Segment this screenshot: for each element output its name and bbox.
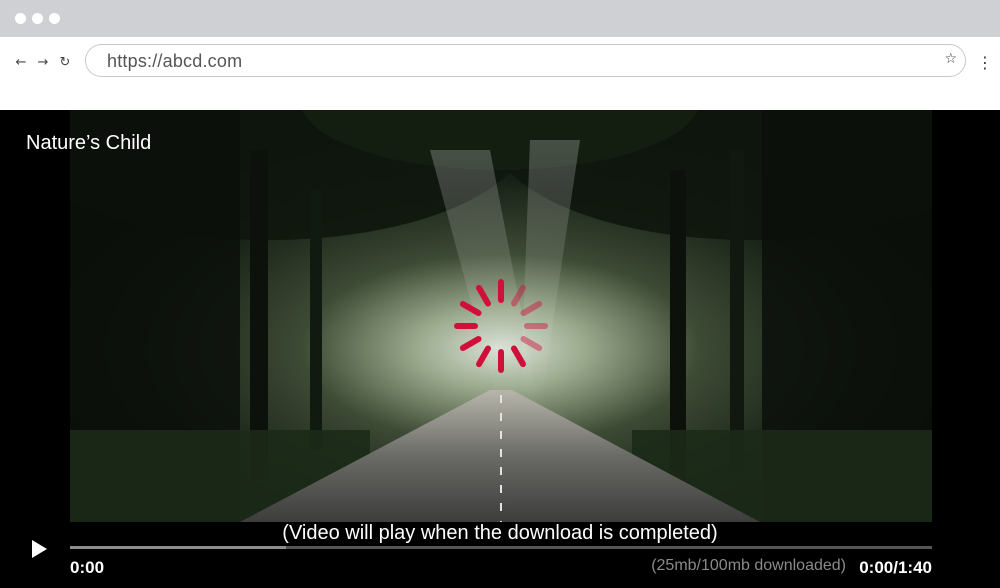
spinner-spoke bbox=[520, 336, 543, 351]
current-time: 0:00 bbox=[70, 558, 105, 577]
spinner-spoke bbox=[476, 345, 491, 368]
browser-menu-icon[interactable]: ⋮ bbox=[977, 53, 993, 73]
download-status: (25mb/100mb downloaded) bbox=[651, 557, 846, 574]
spinner-spoke bbox=[511, 284, 526, 307]
spinner-spoke bbox=[459, 301, 482, 316]
forward-icon[interactable]: → bbox=[33, 53, 53, 73]
back-icon[interactable]: ← bbox=[11, 53, 31, 73]
browser-toolbar: ← → ↻ https://abcd.com ☆ ⋮ bbox=[0, 37, 1000, 110]
address-bar[interactable]: https://abcd.com ☆ bbox=[85, 44, 966, 77]
loading-spinner-icon bbox=[454, 279, 548, 373]
spinner-spoke bbox=[520, 301, 543, 316]
progress-bar[interactable] bbox=[70, 546, 932, 549]
play-icon[interactable] bbox=[29, 538, 49, 560]
spinner-spoke bbox=[511, 345, 526, 368]
window-dot-2[interactable] bbox=[32, 13, 43, 24]
video-player[interactable]: Nature’s Child (Video will play when the… bbox=[0, 110, 1000, 588]
download-caption: (Video will play when the download is co… bbox=[282, 522, 718, 544]
video-title: Nature’s Child bbox=[26, 132, 152, 154]
window-dot-1[interactable] bbox=[15, 13, 26, 24]
window-dot-3[interactable] bbox=[49, 13, 60, 24]
bookmark-star-icon[interactable]: ☆ bbox=[944, 51, 957, 67]
reload-icon[interactable]: ↻ bbox=[55, 53, 75, 73]
browser-titlebar bbox=[0, 0, 1000, 37]
spinner-spoke bbox=[459, 336, 482, 351]
spinner-spoke bbox=[476, 284, 491, 307]
url-text[interactable]: https://abcd.com bbox=[107, 51, 242, 72]
time-display: 0:00/1:40 bbox=[859, 558, 932, 577]
download-progress-fill bbox=[70, 546, 286, 549]
